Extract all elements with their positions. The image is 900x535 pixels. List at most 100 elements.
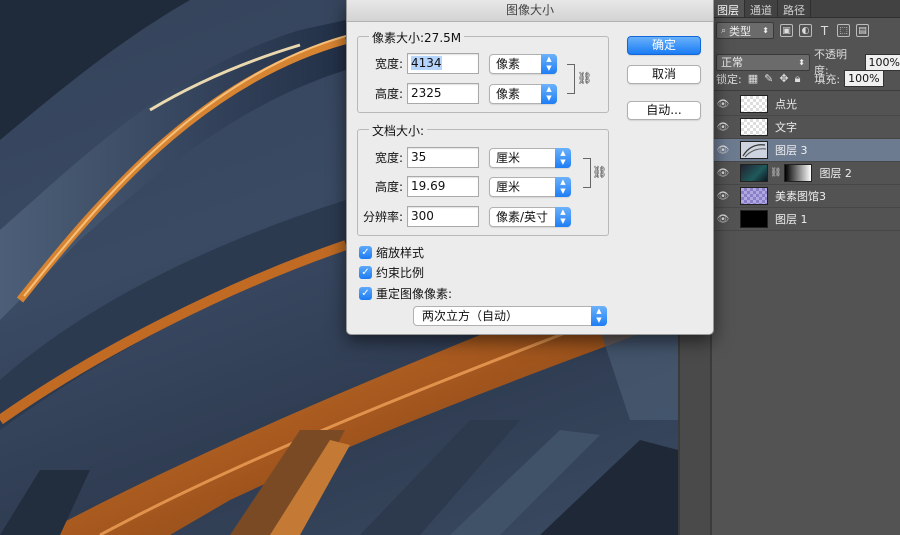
- layer-name: 文字: [775, 121, 797, 134]
- layer-thumbnail: [740, 118, 768, 136]
- type-filter-icon[interactable]: T: [818, 24, 831, 38]
- lock-label: 锁定:: [716, 72, 742, 86]
- resolution-unit: 像素/英寸: [496, 209, 549, 224]
- resolution-label: 分辨率:: [362, 210, 403, 224]
- lock-all-icon[interactable]: 🔒︎: [795, 72, 801, 86]
- layer-row[interactable]: 👁︎ 美素图馆3: [712, 185, 900, 208]
- filter-row: ⌕ 类型 ⬍ ▣ ◐ T ⬚ ▤: [716, 22, 900, 39]
- layer-thumbnail: [740, 95, 768, 113]
- layer-name: 点光: [775, 98, 797, 111]
- layer-thumbnail: [740, 210, 768, 228]
- pixel-height-unit: 像素: [496, 86, 521, 101]
- resolution-input[interactable]: 300: [407, 206, 479, 227]
- lock-transparent-icon[interactable]: ▦: [748, 72, 758, 85]
- layer-name: 图层 3: [775, 144, 808, 157]
- layer-thumbnail: [740, 141, 768, 159]
- layer-name: 美素图馆3: [775, 190, 826, 203]
- chain-link-icon: ⛓: [577, 71, 593, 85]
- eye-icon[interactable]: 👁︎: [712, 168, 734, 179]
- layer-art-icon: [742, 144, 767, 158]
- resolution-row: 分辨率: 300 像素/英寸 ▲ ▼: [357, 206, 571, 227]
- scale-styles-checkbox[interactable]: ✓ 缩放样式: [359, 244, 424, 261]
- lock-row: 锁定: ▦ ✎ ✥ 🔒︎ 填充: 100%: [716, 70, 900, 87]
- adjustment-filter-icon[interactable]: ◐: [799, 24, 812, 37]
- resample-method-select[interactable]: 两次立方（自动） ▲ ▼: [413, 306, 607, 326]
- document-size-title: 文档大小:: [369, 122, 428, 139]
- constrain-proportions-checkbox[interactable]: ✓ 约束比例: [359, 264, 424, 281]
- opacity-input[interactable]: 100%: [864, 53, 900, 71]
- chevron-updown-icon: ▲ ▼: [555, 206, 571, 227]
- pixel-width-value: 4134: [411, 56, 442, 70]
- panel-tabs: 图层 通道 路径: [712, 0, 900, 18]
- shape-filter-icon[interactable]: ⬚: [837, 24, 850, 37]
- smart-object-filter-icon[interactable]: ▤: [856, 24, 869, 37]
- fill-input[interactable]: 100%: [844, 70, 884, 87]
- pixel-width-row: 宽度: 4134 像素 ▲ ▼: [357, 53, 557, 74]
- doc-width-unit-select[interactable]: 厘米 ▲ ▼: [489, 147, 571, 168]
- doc-width-input[interactable]: 35: [407, 147, 479, 168]
- checkmark-icon: ✓: [359, 287, 372, 300]
- layer-name: 图层 1: [775, 213, 808, 226]
- cancel-button[interactable]: 取消: [627, 65, 701, 84]
- eye-icon[interactable]: 👁︎: [712, 122, 734, 133]
- doc-height-row: 高度: 19.69 厘米 ▲ ▼: [357, 176, 571, 197]
- pixel-height-input[interactable]: 2325: [407, 83, 479, 104]
- chevron-updown-icon: ▲ ▼: [555, 176, 571, 197]
- resample-image-checkbox[interactable]: ✓ 重定图像像素:: [359, 285, 452, 302]
- eye-icon[interactable]: 👁︎: [712, 99, 734, 110]
- layer-mask-thumbnail[interactable]: [784, 164, 813, 182]
- doc-width-unit: 厘米: [496, 150, 521, 165]
- fill-label: 填充:: [814, 72, 841, 86]
- checkmark-icon: ✓: [359, 266, 372, 279]
- image-filter-icon[interactable]: ▣: [780, 24, 793, 37]
- blend-mode-select[interactable]: 正常 ⬍: [716, 53, 810, 71]
- layer-row[interactable]: 👁︎ 图层 1: [712, 208, 900, 231]
- eye-icon[interactable]: 👁︎: [712, 214, 734, 225]
- tab-paths[interactable]: 路径: [778, 0, 811, 17]
- auto-button[interactable]: 自动...: [627, 101, 701, 120]
- panel-divider: [712, 90, 900, 91]
- constrain-proportions-label: 约束比例: [376, 266, 425, 280]
- pixel-height-unit-select[interactable]: 像素 ▲ ▼: [489, 83, 557, 104]
- chevron-down-icon: ⬍: [798, 57, 805, 67]
- doc-height-label: 高度:: [374, 180, 403, 194]
- layer-thumbnail: [740, 187, 768, 205]
- pixel-dimensions-title: 像素大小:27.5M: [369, 29, 465, 46]
- eye-icon[interactable]: 👁︎: [712, 145, 734, 156]
- resample-method-value: 两次立方（自动）: [422, 309, 519, 323]
- doc-height-unit-select[interactable]: 厘米 ▲ ▼: [489, 176, 571, 197]
- lock-position-icon[interactable]: ✥: [779, 72, 788, 85]
- chevron-updown-icon: ▲ ▼: [541, 53, 557, 74]
- tab-channels[interactable]: 通道: [745, 0, 778, 17]
- constrain-bracket: [567, 64, 575, 94]
- pixel-width-label: 宽度:: [374, 57, 403, 71]
- doc-width-label: 宽度:: [374, 151, 403, 165]
- layer-row[interactable]: 👁︎ 文字: [712, 116, 900, 139]
- resolution-unit-select[interactable]: 像素/英寸 ▲ ▼: [489, 206, 571, 227]
- layer-row[interactable]: 👁︎ ⛓ 图层 2: [712, 162, 900, 185]
- tab-layers[interactable]: 图层: [712, 0, 745, 17]
- blend-mode-label: 正常: [721, 56, 743, 69]
- pixel-height-label: 高度:: [374, 87, 403, 101]
- filter-kind-select[interactable]: ⌕ 类型 ⬍: [716, 22, 774, 39]
- layer-name: 图层 2: [819, 167, 852, 180]
- eye-icon[interactable]: 👁︎: [712, 191, 734, 202]
- layer-row[interactable]: 👁︎ 点光: [712, 93, 900, 116]
- chevron-updown-icon: ▲ ▼: [541, 83, 557, 104]
- ok-button[interactable]: 确定: [627, 36, 701, 55]
- pixel-width-input[interactable]: 4134: [407, 53, 479, 74]
- chevron-updown-icon: ▲ ▼: [591, 306, 607, 326]
- doc-height-input[interactable]: 19.69: [407, 176, 479, 197]
- layer-thumbnail: [740, 164, 768, 182]
- layers-panel: 图层 通道 路径 ⌕ 类型 ⬍ ▣ ◐ T ⬚ ▤ 正常 ⬍ 不透明度: 100…: [712, 0, 900, 535]
- search-icon: ⌕: [721, 25, 727, 36]
- doc-width-row: 宽度: 35 厘米 ▲ ▼: [357, 147, 571, 168]
- doc-height-unit: 厘米: [496, 179, 521, 194]
- lock-paint-icon[interactable]: ✎: [764, 72, 773, 85]
- image-size-dialog: 图像大小 像素大小:27.5M 宽度: 4134 像素 ▲ ▼ 高度: 2325 …: [346, 0, 714, 335]
- layer-row-selected[interactable]: 👁︎ 图层 3: [712, 139, 900, 162]
- pixel-width-unit-select[interactable]: 像素 ▲ ▼: [489, 53, 557, 74]
- mask-link-icon[interactable]: ⛓: [770, 168, 781, 178]
- filter-kind-label: 类型: [729, 24, 752, 38]
- dialog-title: 图像大小: [347, 0, 713, 22]
